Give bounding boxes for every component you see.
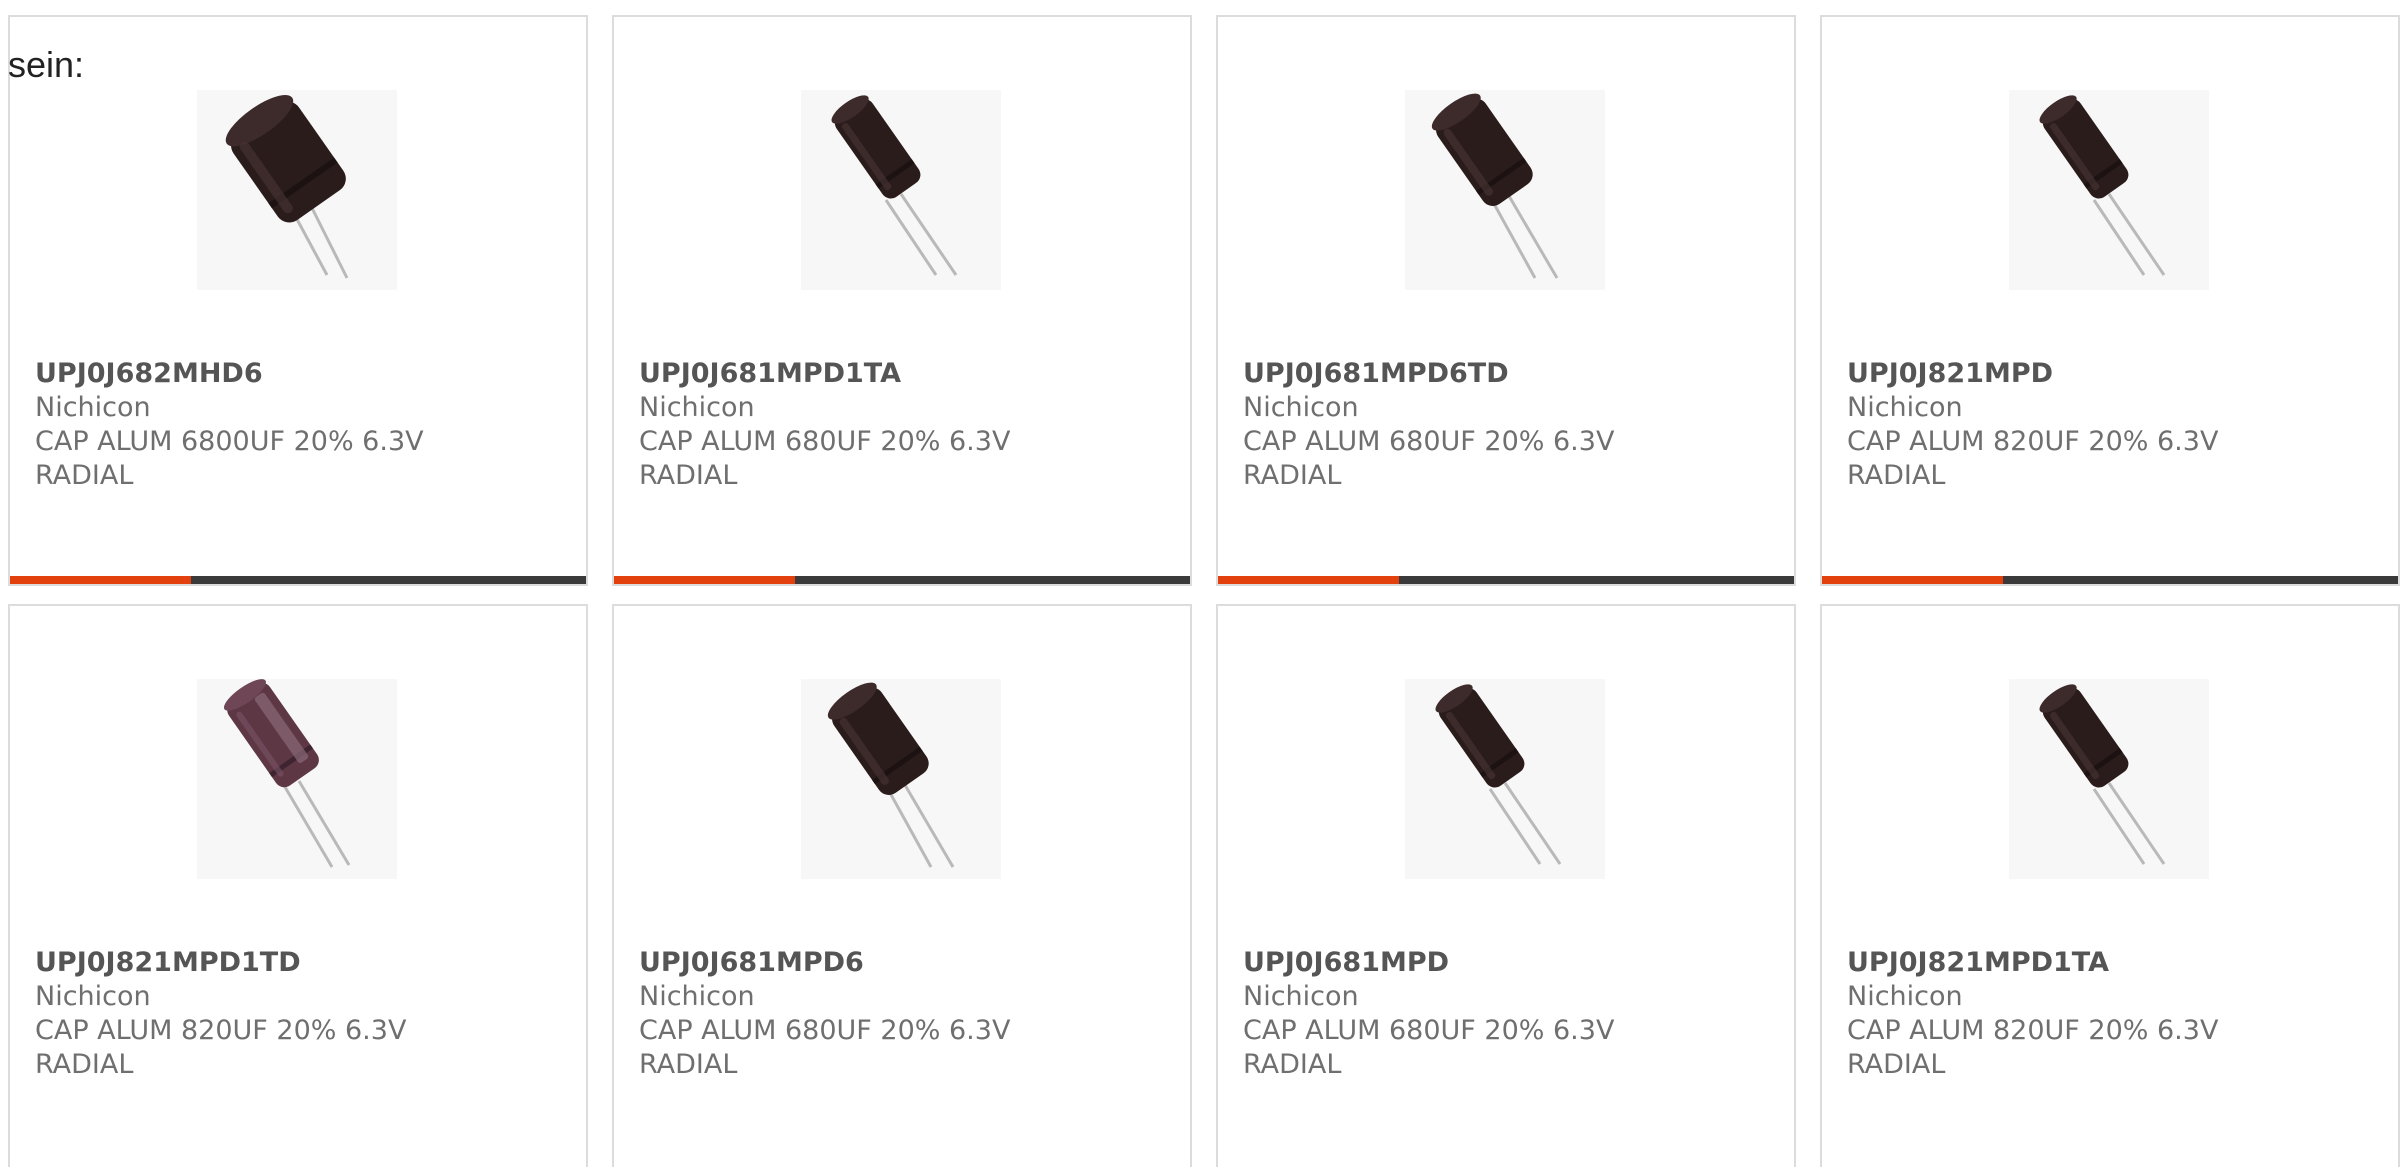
description: CAP ALUM 680UF 20% 6.3V	[1243, 1015, 1615, 1046]
capacitor-plum-icon[interactable]	[197, 679, 397, 879]
progress-bar-fill	[1218, 576, 1400, 584]
capacitor-slim-icon[interactable]	[2009, 679, 2209, 879]
description: CAP ALUM 680UF 20% 6.3V	[639, 426, 1011, 457]
product-card[interactable]: UPJ0J821MPD1TA Nichicon CAP ALUM 820UF 2…	[1820, 604, 2400, 1167]
manufacturer: Nichicon	[1847, 392, 1963, 423]
progress-bar-fill	[1822, 576, 2004, 584]
manufacturer: Nichicon	[35, 392, 151, 423]
progress-bar-fill	[10, 576, 192, 584]
manufacturer: Nichicon	[1243, 981, 1359, 1012]
part-number-link[interactable]: UPJ0J681MPD6	[639, 946, 1169, 980]
manufacturer: Nichicon	[639, 981, 755, 1012]
part-number-link[interactable]: UPJ0J681MPD	[1243, 946, 1773, 980]
description: CAP ALUM 680UF 20% 6.3V	[639, 1015, 1011, 1046]
capacitor-slim-icon[interactable]	[1405, 679, 1605, 879]
capacitor-slim-icon[interactable]	[2009, 90, 2209, 290]
description-package: RADIAL	[1243, 460, 1342, 491]
product-card[interactable]: UPJ0J681MPD6TD Nichicon CAP ALUM 680UF 2…	[1216, 15, 1796, 586]
part-number-link[interactable]: UPJ0J821MPD1TD	[35, 946, 565, 980]
progress-bar	[1822, 576, 2398, 584]
capacitor-medium-icon[interactable]	[1405, 90, 1605, 290]
description-package: RADIAL	[35, 460, 134, 491]
product-card[interactable]: UPJ0J681MPD Nichicon CAP ALUM 680UF 20% …	[1216, 604, 1796, 1167]
manufacturer: Nichicon	[639, 392, 755, 423]
progress-bar	[10, 576, 586, 584]
progress-bar	[614, 576, 1190, 584]
description-package: RADIAL	[639, 460, 738, 491]
page: sein: UPJ0J682MHD6 Nichicon CAP ALUM 680…	[0, 0, 2400, 1167]
manufacturer: Nichicon	[35, 981, 151, 1012]
description: CAP ALUM 820UF 20% 6.3V	[1847, 1015, 2219, 1046]
part-number-link[interactable]: UPJ0J821MPD1TA	[1847, 946, 2377, 980]
progress-bar-fill	[614, 576, 796, 584]
part-number-link[interactable]: UPJ0J682MHD6	[35, 357, 565, 391]
description-package: RADIAL	[639, 1049, 738, 1080]
manufacturer: Nichicon	[1243, 392, 1359, 423]
description-package: RADIAL	[35, 1049, 134, 1080]
description: CAP ALUM 820UF 20% 6.3V	[35, 1015, 407, 1046]
product-card[interactable]: UPJ0J821MPD Nichicon CAP ALUM 820UF 20% …	[1820, 15, 2400, 586]
progress-bar	[1218, 576, 1794, 584]
description-package: RADIAL	[1847, 460, 1946, 491]
part-number-link[interactable]: UPJ0J681MPD1TA	[639, 357, 1169, 391]
manufacturer: Nichicon	[1847, 981, 1963, 1012]
description-package: RADIAL	[1847, 1049, 1946, 1080]
description-package: RADIAL	[1243, 1049, 1342, 1080]
intro-text: sein:	[8, 44, 85, 85]
part-number-link[interactable]: UPJ0J821MPD	[1847, 357, 2377, 391]
product-card[interactable]: UPJ0J681MPD1TA Nichicon CAP ALUM 680UF 2…	[612, 15, 1192, 586]
product-card[interactable]: UPJ0J681MPD6 Nichicon CAP ALUM 680UF 20%…	[612, 604, 1192, 1167]
description: CAP ALUM 820UF 20% 6.3V	[1847, 426, 2219, 457]
product-card[interactable]: UPJ0J821MPD1TD Nichicon CAP ALUM 820UF 2…	[8, 604, 588, 1167]
description: CAP ALUM 6800UF 20% 6.3V	[35, 426, 424, 457]
description: CAP ALUM 680UF 20% 6.3V	[1243, 426, 1615, 457]
capacitor-medium-icon[interactable]	[801, 679, 1001, 879]
capacitor-large-icon[interactable]	[197, 90, 397, 290]
capacitor-slim-icon[interactable]	[801, 90, 1001, 290]
part-number-link[interactable]: UPJ0J681MPD6TD	[1243, 357, 1773, 391]
product-card[interactable]: UPJ0J682MHD6 Nichicon CAP ALUM 6800UF 20…	[8, 15, 588, 586]
